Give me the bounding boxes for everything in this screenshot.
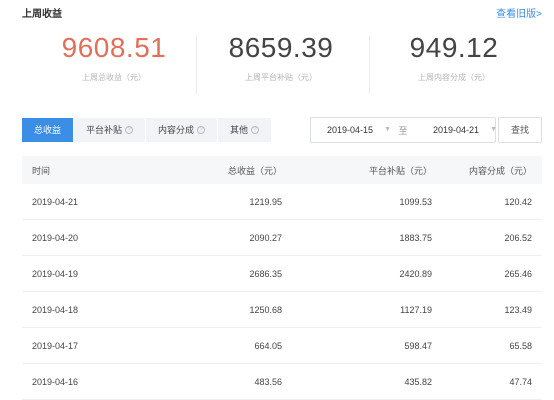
cell-subsidy: 1127.19 [400, 304, 432, 315]
end-date-value: 2019-04-21 [432, 125, 480, 135]
table-row: 2019-04-16 483.56 435.82 47.74 [22, 364, 542, 400]
summary-stats: 9608.51 上周总收益（元） 8659.39 上周平台补贴（元） 949.1… [0, 28, 554, 100]
date-separator: 至 [398, 125, 408, 136]
cell-subsidy: 2420.89 [399, 268, 432, 279]
cell-share: 47.74 [509, 376, 532, 387]
column-header-total: 总收益（元） [227, 165, 282, 176]
cell-subsidy: 1883.75 [399, 232, 432, 243]
table-row: 2019-04-21 1219.95 1099.53 120.42 [22, 184, 542, 220]
stat-content-share: 949.12 上周内容分成（元） [369, 28, 539, 83]
cell-total: 2686.35 [249, 268, 282, 279]
cell-total: 1250.68 [249, 304, 282, 315]
cell-subsidy: 598.47 [404, 340, 432, 351]
table-header: 时间 总收益（元） 平台补贴（元） 内容分成（元） [22, 156, 542, 184]
tab-total-income[interactable]: 总收益 [22, 118, 75, 142]
page-header: 上周收益 查看旧版> [0, 0, 554, 22]
income-table: 时间 总收益（元） 平台补贴（元） 内容分成（元） 2019-04-21 121… [22, 156, 542, 400]
stat-value: 9608.51 [61, 32, 167, 63]
cell-subsidy: 435.82 [404, 376, 432, 387]
cell-total: 664.05 [254, 340, 282, 351]
cell-share: 123.49 [504, 304, 532, 315]
tab-other[interactable]: 其他 ? [218, 118, 273, 142]
cell-total: 2090.27 [249, 232, 282, 243]
start-date-input[interactable]: 2019-04-15 ▼ [311, 125, 391, 135]
start-date-value: 2019-04-15 [326, 125, 374, 135]
cell-date: 2019-04-18 [32, 304, 79, 315]
cell-share: 120.42 [504, 196, 532, 207]
date-range-picker: 2019-04-15 ▼ 至 2019-04-21 ▼ [310, 117, 497, 143]
table-row: 2019-04-18 1250.68 1127.19 123.49 [22, 292, 542, 328]
search-button[interactable]: 查找 [498, 117, 542, 143]
table-row: 2019-04-19 2686.35 2420.89 265.46 [22, 256, 542, 292]
help-icon[interactable]: ? [125, 126, 134, 134]
tab-label: 平台补贴 [86, 125, 123, 135]
stat-label: 上周内容分成（元） [418, 73, 490, 82]
tab-label: 总收益 [34, 125, 62, 135]
stat-label: 上周平台补贴（元） [245, 73, 317, 82]
help-icon[interactable]: ? [197, 126, 206, 134]
cell-date: 2019-04-19 [32, 268, 79, 279]
table-row: 2019-04-17 664.05 598.47 65.58 [22, 328, 542, 364]
page-title: 上周收益 [22, 9, 62, 20]
cell-share: 206.52 [504, 232, 532, 243]
column-header-share: 内容分成（元） [468, 165, 532, 176]
tab-label: 其他 [230, 125, 249, 135]
stat-total-income: 9608.51 上周总收益（元） [29, 28, 199, 83]
view-old-version-link[interactable]: 查看旧版> [496, 5, 542, 20]
cell-date: 2019-04-21 [32, 196, 79, 207]
cell-date: 2019-04-20 [32, 232, 79, 243]
cell-total: 1219.95 [249, 196, 282, 207]
income-tabs: 总收益 平台补贴 ? 内容分成 ? 其他 ? [22, 118, 273, 142]
cell-subsidy: 1099.53 [399, 196, 432, 207]
cell-date: 2019-04-16 [32, 376, 79, 387]
stat-label: 上周总收益（元） [82, 73, 146, 82]
stat-value: 8659.39 [228, 32, 334, 63]
stat-platform-subsidy: 8659.39 上周平台补贴（元） [196, 28, 366, 83]
tab-content-share[interactable]: 内容分成 ? [146, 118, 219, 142]
tab-platform-subsidy[interactable]: 平台补贴 ? [74, 118, 147, 142]
chevron-down-icon: ▼ [384, 126, 391, 133]
cell-share: 265.46 [504, 268, 532, 279]
chevron-down-icon: ▼ [490, 126, 497, 133]
cell-share: 65.58 [509, 340, 532, 351]
end-date-input[interactable]: 2019-04-21 ▼ [417, 125, 497, 135]
stat-value: 949.12 [409, 32, 499, 63]
table-row: 2019-04-20 2090.27 1883.75 206.52 [22, 220, 542, 256]
cell-total: 483.56 [254, 376, 282, 387]
column-header-subsidy: 平台补贴（元） [368, 165, 432, 176]
tab-label: 内容分成 [158, 125, 195, 135]
help-icon[interactable]: ? [251, 126, 260, 134]
cell-date: 2019-04-17 [32, 340, 79, 351]
column-header-date: 时间 [32, 165, 51, 176]
